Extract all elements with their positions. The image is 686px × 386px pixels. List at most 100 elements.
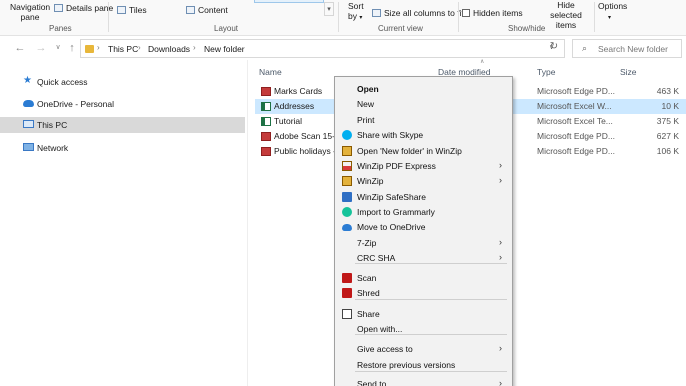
panes-group-label: Panes — [49, 24, 72, 33]
network-icon — [23, 143, 34, 151]
options-button[interactable]: Options ▾ — [598, 1, 627, 23]
submenu-arrow-icon: › — [499, 343, 502, 353]
file-size: 375 K — [656, 116, 679, 126]
winzip-pdf-icon — [342, 161, 352, 171]
computer-icon — [23, 120, 34, 128]
share-icon — [342, 309, 352, 319]
menu-item[interactable]: Print — [335, 112, 512, 127]
search-input[interactable]: ⌕ Search New folder — [572, 39, 682, 58]
submenu-arrow-icon: › — [499, 175, 502, 185]
file-name: Marks Cards — [274, 86, 323, 96]
breadcrumb-new-folder[interactable]: New folder — [204, 44, 245, 54]
hide-selected-items-button[interactable]: Hide selected items — [541, 0, 591, 30]
refresh-button[interactable]: ↻ — [545, 40, 563, 54]
chevron-down-icon: ∨ — [55, 44, 61, 51]
tiles-button[interactable]: Tiles — [117, 5, 147, 15]
nav-item-quick-access[interactable]: ★ Quick access — [0, 74, 245, 90]
menu-item-label: Import to Grammarly — [357, 207, 435, 217]
hidden-items-toggle[interactable]: Hidden items — [462, 8, 523, 18]
menu-separator — [355, 263, 507, 264]
ribbon-divider — [594, 2, 595, 32]
menu-item[interactable]: Open — [335, 81, 512, 96]
hidden-items-checkbox[interactable] — [462, 9, 470, 17]
nav-item-this-pc[interactable]: This PC — [0, 117, 245, 133]
menu-item[interactable]: Give access to › — [335, 341, 512, 356]
options-label: Options — [598, 1, 628, 11]
file-size: 10 K — [661, 101, 680, 111]
file-type: Microsoft Excel Te... — [537, 116, 613, 126]
tiles-label: Tiles — [129, 5, 147, 15]
menu-item[interactable]: Open 'New folder' in WinZip — [335, 143, 512, 158]
mcafee-icon — [342, 273, 352, 283]
menu-item-label: WinZip — [357, 176, 384, 186]
menu-item[interactable]: Restore previous versions — [335, 357, 512, 372]
menu-item[interactable]: 7-Zip › — [335, 235, 512, 250]
menu-item-label: Share — [357, 309, 380, 319]
nav-item-label: Quick access — [37, 77, 88, 87]
navigation-pane-button[interactable]: Navigation pane — [10, 2, 50, 22]
menu-item[interactable]: WinZip PDF Express › — [335, 158, 512, 173]
size-all-columns-button[interactable]: Size all columns to fit — [372, 8, 464, 18]
excel-icon — [261, 117, 271, 126]
menu-item-label: 7-Zip — [357, 238, 377, 248]
menu-item-label: Send to — [357, 379, 387, 386]
sort-indicator-icon: ∧ — [480, 59, 485, 65]
breadcrumb-this-pc[interactable]: This PC — [108, 44, 138, 54]
column-header-size[interactable]: Size — [620, 67, 637, 77]
menu-item[interactable]: New — [335, 96, 512, 111]
back-button[interactable]: ← — [13, 41, 27, 55]
onedrive-icon — [342, 224, 352, 231]
sort-by-button[interactable]: Sort by ▾ — [348, 1, 364, 23]
current-view-group-label: Current view — [378, 24, 423, 33]
forward-button[interactable]: → — [34, 41, 48, 55]
breadcrumb-downloads[interactable]: Downloads — [148, 44, 190, 54]
details-pane-label: Details pane — [66, 3, 114, 13]
recent-locations-button[interactable]: ∨ — [51, 41, 65, 55]
details-pane-button[interactable]: Details pane — [54, 3, 113, 13]
menu-item[interactable]: Shred — [335, 285, 512, 300]
file-name: Public holidays - — [274, 146, 336, 156]
tiles-icon — [117, 6, 126, 14]
layout-gallery-more-button[interactable]: ▾ — [324, 2, 334, 16]
content-button[interactable]: Content — [186, 5, 228, 15]
winzip-icon — [342, 176, 352, 186]
refresh-icon: ↻ — [549, 41, 559, 52]
nav-item-network[interactable]: Network — [0, 140, 245, 156]
column-header-type[interactable]: Type — [537, 67, 555, 77]
up-button[interactable]: ↑ — [65, 41, 79, 55]
file-size: 106 K — [656, 146, 679, 156]
column-header-name[interactable]: Name — [259, 67, 282, 77]
menu-item-label: Move to OneDrive — [357, 222, 426, 232]
menu-item[interactable]: Share — [335, 306, 512, 321]
submenu-arrow-icon: › — [499, 160, 502, 170]
menu-item-label: Shred — [357, 288, 380, 298]
menu-item[interactable]: Import to Grammarly — [335, 204, 512, 219]
file-explorer-window: Navigation pane Details pane Panes Tiles… — [0, 0, 686, 386]
skype-icon — [342, 130, 352, 140]
menu-separator — [355, 334, 507, 335]
nav-item-onedrive[interactable]: OneDrive - Personal — [0, 96, 245, 112]
menu-item-label: Scan — [357, 273, 377, 283]
pdf-icon — [261, 87, 271, 96]
address-row: ← → ∨ ↑ › This PC › Downloads › New fold… — [0, 36, 686, 60]
grammarly-icon — [342, 207, 352, 217]
search-placeholder: Search New folder — [598, 44, 668, 54]
address-bar[interactable]: › This PC › Downloads › New folder ∨ — [80, 39, 565, 58]
hidden-items-label: Hidden items — [473, 8, 523, 18]
size-all-columns-label: Size all columns to fit — [384, 8, 464, 18]
menu-item[interactable]: Share with Skype — [335, 127, 512, 142]
menu-item[interactable]: WinZip SafeShare — [335, 189, 512, 204]
nav-item-label: Network — [37, 143, 69, 153]
menu-item-label: Give access to — [357, 344, 413, 354]
menu-item[interactable]: WinZip › — [335, 173, 512, 188]
menu-item[interactable]: Scan — [335, 270, 512, 285]
nav-item-label: OneDrive - Personal — [37, 99, 115, 109]
file-name: Tutorial — [274, 116, 303, 126]
context-menu: Open New Print Share with Skype Open 'New fo… — [334, 76, 513, 386]
menu-item[interactable]: Send to › — [335, 376, 512, 386]
menu-item[interactable]: Move to OneDrive — [335, 219, 512, 234]
details-pane-icon — [54, 4, 63, 12]
layout-gallery-selected[interactable] — [254, 0, 324, 3]
cloud-icon — [23, 100, 34, 107]
navigation-pane: ★ Quick access OneDrive - Personal This … — [0, 60, 248, 386]
